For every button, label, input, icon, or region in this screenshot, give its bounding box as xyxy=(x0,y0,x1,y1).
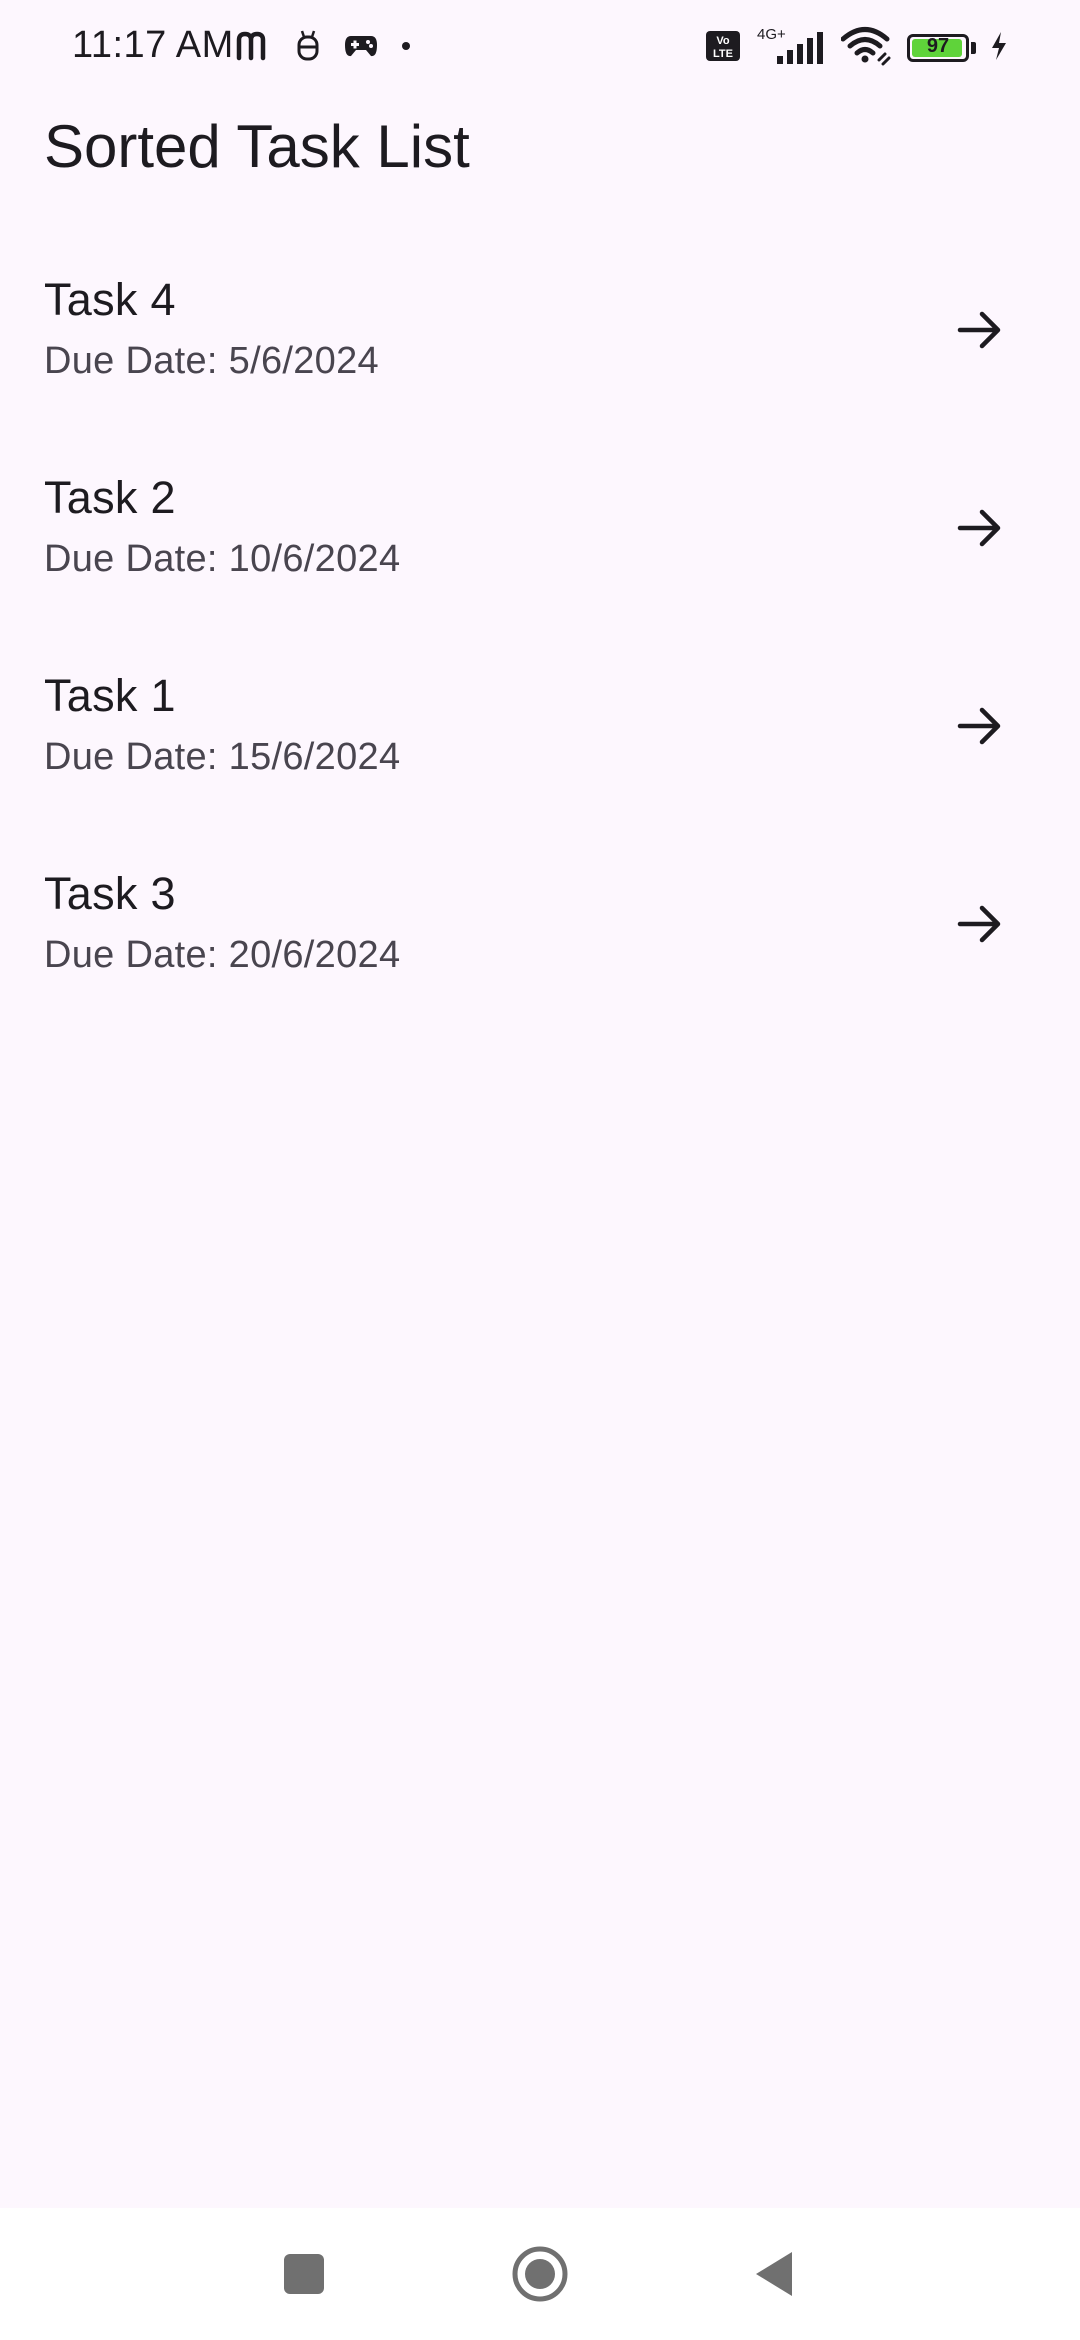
charging-bolt-icon xyxy=(990,31,1008,66)
task-due-date: Due Date: 10/6/2024 xyxy=(44,538,401,580)
status-bar: 11:17 AM Vo LTE 4G+ 97 xyxy=(0,0,1080,96)
arrow-forward-icon[interactable] xyxy=(952,500,1008,556)
svg-text:Vo: Vo xyxy=(716,35,730,47)
cellular-signal-icon: 4G+ xyxy=(755,26,827,71)
task-due-date: Due Date: 20/6/2024 xyxy=(44,934,401,976)
task-title: Task 3 xyxy=(44,868,176,919)
task-list-item[interactable]: Task 2 Due Date: 10/6/2024 xyxy=(0,430,1080,628)
arrow-forward-icon[interactable] xyxy=(952,698,1008,754)
gamepad-icon xyxy=(344,33,378,64)
battery-level-text: 97 xyxy=(926,35,950,57)
back-icon[interactable] xyxy=(732,2232,816,2316)
app-m-icon xyxy=(236,30,272,67)
task-list-item[interactable]: Task 4 Due Date: 5/6/2024 xyxy=(0,232,1080,430)
task-title: Task 4 xyxy=(44,274,176,325)
battery-icon: 97 xyxy=(907,34,969,62)
battery-tip xyxy=(971,42,976,54)
task-due-date: Due Date: 15/6/2024 xyxy=(44,736,401,778)
network-type-label: 4G+ xyxy=(757,26,786,43)
system-navigation-bar xyxy=(0,2208,1080,2340)
task-due-date: Due Date: 5/6/2024 xyxy=(44,340,379,382)
task-title: Task 2 xyxy=(44,472,176,523)
page-title: Sorted Task List xyxy=(44,113,470,180)
status-system-icons: Vo LTE 4G+ 97 xyxy=(705,26,1008,71)
arrow-forward-icon[interactable] xyxy=(952,302,1008,358)
volte-icon: Vo LTE xyxy=(705,30,741,67)
wifi-icon xyxy=(840,26,893,71)
bug-robot-icon xyxy=(294,29,322,68)
status-notification-icons xyxy=(236,28,412,68)
task-list-item[interactable]: Task 3 Due Date: 20/6/2024 xyxy=(0,826,1080,1024)
arrow-forward-icon[interactable] xyxy=(952,896,1008,952)
status-time: 11:17 AM xyxy=(72,24,234,66)
more-notifications-dot-icon xyxy=(400,39,412,57)
task-list-item[interactable]: Task 1 Due Date: 15/6/2024 xyxy=(0,628,1080,826)
recents-icon[interactable] xyxy=(262,2232,346,2316)
task-title: Task 1 xyxy=(44,670,176,721)
svg-text:LTE: LTE xyxy=(713,48,733,60)
home-icon[interactable] xyxy=(498,2232,582,2316)
task-list: Task 4 Due Date: 5/6/2024 Task 2 Due Dat… xyxy=(0,232,1080,1024)
